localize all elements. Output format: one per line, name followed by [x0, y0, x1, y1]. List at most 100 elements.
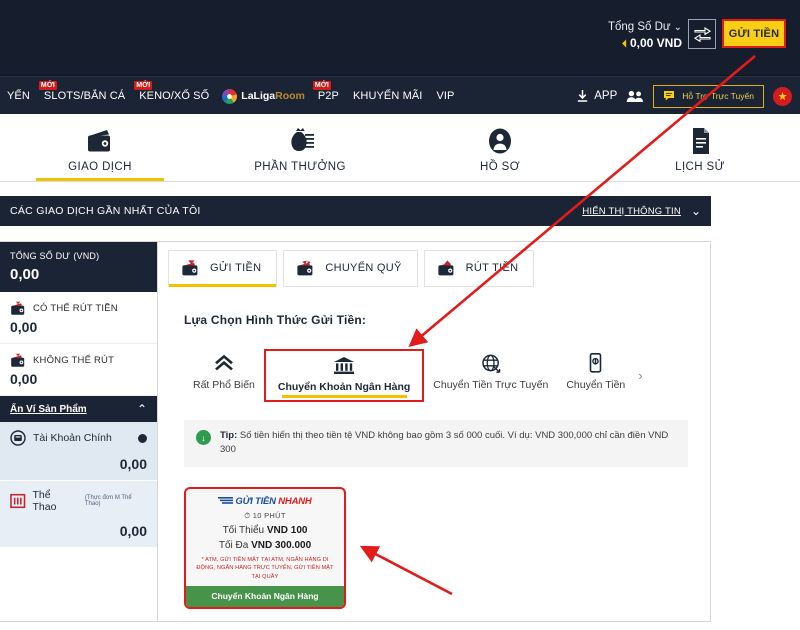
subtab-withdraw[interactable]: RÚT TIỀN [423, 250, 535, 287]
tab-lich-su[interactable]: LỊCH SỬ [600, 114, 800, 181]
wallet-item-head: Tài Khoản Chính [10, 430, 147, 446]
promo-footer: Chuyển Khoản Ngân Hàng [186, 586, 344, 608]
speed-lines-icon [218, 496, 234, 507]
nav-item-label: KENO/XỔ SỐ [139, 90, 210, 102]
wallet-icon [85, 127, 115, 155]
tab-label: LỊCH SỬ [675, 160, 725, 173]
chevron-down-icon[interactable]: ⌄ [674, 22, 682, 35]
nav-item-laliga-room[interactable]: LaLigaRoom [216, 88, 311, 104]
chevron-down-icon: ⌄ [690, 204, 701, 218]
wallet-item-main-account[interactable]: Tài Khoản Chính 0,00 [0, 422, 157, 481]
promo-max-value: VND 300.000 [251, 539, 312, 551]
main-account-icon [10, 430, 26, 446]
section-title: CÁC GIAO DỊCH GẦN NHẤT CỦA TÔI [10, 205, 201, 217]
nav-item-label: KHUYẾN MÃI [352, 90, 423, 102]
nav-item-keno[interactable]: MỚI KENO/XỔ SỐ [132, 81, 216, 102]
methods-next-arrow-icon[interactable]: › [638, 368, 642, 383]
method-label: Rất Phổ Biến [193, 379, 255, 391]
nav-item-label: P2P [317, 90, 339, 102]
method-popular[interactable]: Rất Phổ Biến [184, 349, 264, 398]
mobile-icon [588, 353, 603, 373]
tab-label: PHẦN THƯỞNG [254, 160, 346, 173]
promo-max-row: Tối Đa VND 300.000 [186, 540, 344, 551]
nav-item-label: YẾN [7, 90, 30, 102]
promo-min-value: VND 100 [266, 524, 308, 536]
double-chevron-up-icon [214, 353, 234, 373]
nav-utilities: APP Hỗ Trợ Trực Tuyến ★ [576, 77, 792, 115]
laliga-sub: Room [275, 90, 305, 102]
money-bag-icon [285, 127, 315, 155]
favorite-star-button[interactable]: ★ [773, 86, 792, 106]
clock-icon: ⏱ [244, 510, 251, 520]
quick-transfer-button[interactable] [688, 19, 716, 49]
total-balance-label: Tổng Số Dư ⌄ [608, 20, 682, 35]
tab-ho-so[interactable]: HỒ SƠ [400, 114, 600, 181]
tab-phan-thuong[interactable]: PHẦN THƯỞNG [200, 114, 400, 181]
withdrawable-head: CÓ THỂ RÚT TIỀN [10, 301, 147, 316]
promo-card-wrap: GỬI TIỀN NHANH ⏱ 10 PHÚT Tối Thiểu VND 1… [184, 486, 688, 610]
promo-note: * ATM, GỬI TIỀN MẶT TẠI ATM, NGÂN HÀNG D… [196, 556, 334, 580]
wallet-down-icon [11, 353, 25, 367]
total-balance-amount: 0,00 VND [629, 35, 682, 50]
nav-item-p2p[interactable]: MỚI P2P [311, 81, 346, 102]
subtab-label: GỬI TIỀN [210, 262, 262, 274]
nav-item-yen[interactable]: YẾN [0, 90, 37, 102]
tab-giao-dich[interactable]: GIAO DỊCH [0, 114, 200, 181]
chat-icon [664, 90, 675, 101]
balance-sidebar: TỔNG SỐ DƯ (VND) 0,00 CÓ THỂ RÚT TIỀN 0,… [0, 241, 158, 622]
subtab-deposit[interactable]: GỬI TIỀN [168, 250, 278, 287]
withdrawable-row: CÓ THỂ RÚT TIỀN 0,00 [0, 292, 157, 344]
nav-item-promotions[interactable]: KHUYẾN MÃI [346, 90, 429, 102]
deposit-button[interactable]: GỬI TIỀN [722, 19, 786, 48]
method-bank-transfer[interactable]: Chuyển Khoản Ngân Hàng [263, 349, 425, 402]
promo-max-label: Tối Đa [218, 539, 249, 551]
nav-item-slots[interactable]: MỚI SLOTS/BẮN CÁ [37, 81, 132, 102]
promo-brand-prefix: GỬI TIỀN [235, 495, 276, 507]
promo-brand-suffix: NHANH [278, 495, 312, 507]
total-balance-currency: (VND) [73, 251, 100, 261]
main-tabs: GIAO DỊCH PHẦN THƯỞNG HỒ SƠ LỊCH SỬ [0, 114, 800, 182]
subtab-transfer[interactable]: CHUYỂN QUỸ [283, 250, 418, 287]
user-profile-icon [485, 127, 515, 155]
laliga-main: LaLiga [241, 90, 276, 102]
nav-item-vip[interactable]: VIP [429, 90, 461, 102]
nav-item-label: VIP [436, 90, 455, 102]
show-info-label: HIỂN THỊ THÔNG TIN [582, 205, 681, 217]
wallet-withdraw-icon [438, 260, 454, 276]
support-button[interactable]: Hỗ Trợ Trực Tuyến [653, 84, 764, 108]
total-balance-card-value: 0,00 [10, 266, 40, 283]
total-balance-value-row: ⏴ 0,00 VND [608, 36, 682, 52]
download-icon [578, 90, 588, 102]
transfer-arrows-icon [693, 26, 711, 42]
page-root: Tổng Số Dư ⌄ ⏴ 0,00 VND GỬI TIỀN YẾN MỚI S… [0, 0, 800, 630]
wallet-item-head: Thể Thao (Thực đơn M Thể Thao) [10, 489, 147, 513]
new-badge: MỚI [38, 81, 57, 90]
wallet-item-radio[interactable] [138, 433, 147, 443]
panel-title: Lựa Chọn Hình Thức Gửi Tiền: [184, 313, 367, 327]
chevron-up-icon: ⌃ [136, 402, 147, 416]
new-badge: MỚI [312, 81, 331, 90]
transaction-panel: GỬI TIỀN CHUYỂN QUỸ RÚT TIỀN Lựa Chọn Hì… [158, 241, 711, 622]
total-balance-widget[interactable]: Tổng Số Dư ⌄ ⏴ 0,00 VND [608, 20, 682, 51]
tip-text: Tip: Số tiền hiển thị theo tiền tệ VND k… [220, 429, 676, 458]
laliga-label: LaLigaRoom [241, 90, 305, 102]
subtab-label: RÚT TIỀN [465, 262, 519, 274]
recent-transactions-header: CÁC GIAO DỊCH GẦN NHẤT CỦA TÔI HIỂN THỊ … [0, 196, 711, 226]
product-wallets-toggle[interactable]: Ẩn Ví Sản Phẩm ⌃ [0, 396, 157, 422]
wallet-item-sports[interactable]: Thể Thao (Thực đơn M Thể Thao) 0,00 [0, 481, 157, 548]
promo-brand: GỬI TIỀN NHANH [186, 496, 344, 507]
bank-icon [333, 355, 355, 375]
method-online-transfer[interactable]: Chuyển Tiền Trực Tuyến [424, 349, 557, 398]
method-label: Chuyển Tiền Trực Tuyến [433, 379, 549, 391]
method-label: Chuyển Tiền [566, 379, 626, 391]
app-download-link[interactable]: APP [576, 89, 617, 103]
promo-card-fast-deposit[interactable]: GỬI TIỀN NHANH ⏱ 10 PHÚT Tối Thiểu VND 1… [184, 486, 346, 610]
people-icon[interactable] [626, 90, 644, 103]
method-mobile-transfer[interactable]: Chuyển Tiền [557, 349, 634, 398]
show-info-toggle[interactable]: HIỂN THỊ THÔNG TIN ⌄ [582, 204, 701, 218]
support-label: Hỗ Trợ Trực Tuyến [682, 91, 754, 101]
non-withdrawable-value: 0,00 [10, 371, 38, 387]
wallet-item-value: 0,00 [119, 456, 147, 472]
refresh-icon[interactable]: ⏴ [622, 39, 627, 50]
top-bar: Tổng Số Dư ⌄ ⏴ 0,00 VND GỬI TIỀN [0, 0, 800, 76]
